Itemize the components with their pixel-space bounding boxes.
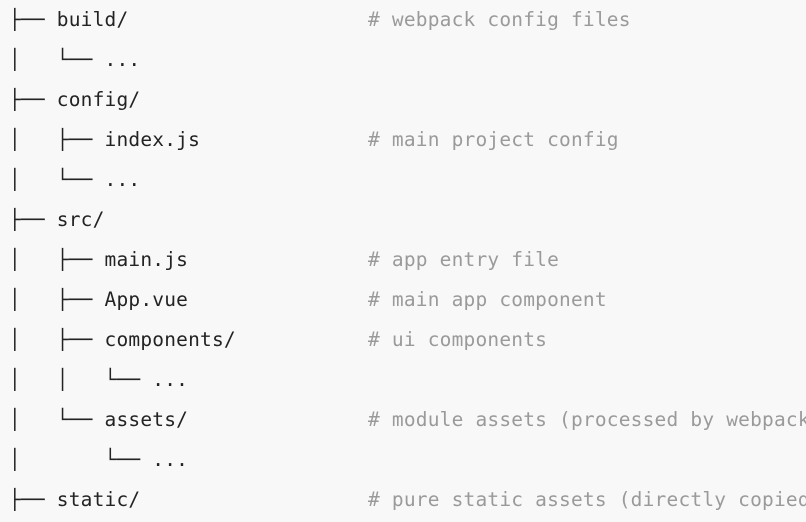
tree-row-content: │ └── ... [0,160,806,200]
directory-tree-listing: ├── build/ # webpack config files │ └── ..… [0,0,806,522]
tree-node-comment: # pure static assets (directly copied) [368,488,806,511]
tree-branch-glyph: │ ├── [9,328,105,351]
tree-row: ├── config/ [0,80,806,120]
tree-node-label[interactable]: ... [152,360,188,400]
tree-row-content: │ ├── index.js # main project config [0,120,806,160]
tree-branch-glyph: ├── [9,88,57,111]
tree-row-content: │ └── ... [0,40,806,80]
tree-branch-glyph: ├── [9,488,57,511]
tree-branch-glyph: │ └── [9,48,105,71]
tree-branch-glyph: ├── [9,8,57,31]
tree-row-content: ├── build/ # webpack config files [0,0,806,40]
tree-node-comment: # app entry file [368,248,560,271]
tree-node-label[interactable]: ... [105,160,141,200]
tree-branch-glyph: ├── [9,208,57,231]
tree-branch-glyph: │ ├── [9,128,105,151]
tree-node-comment: # main app component [368,288,607,311]
tree-node-label[interactable]: ... [152,440,188,480]
tree-branch-glyph: │ ├── [9,288,105,311]
tree-row-content: │ └── ... [0,440,806,480]
tree-row: │ │ └── ... [0,360,806,400]
tree-node-label[interactable]: config/ [57,80,141,120]
tree-node-label[interactable]: index.js [105,120,201,160]
tree-node-label[interactable]: src/ [57,200,105,240]
tree-node-label[interactable]: build/ [57,0,129,40]
tree-branch-glyph: │ └── [9,448,153,471]
tree-node-label[interactable]: ... [105,40,141,80]
tree-row: ├── src/ [0,200,806,240]
tree-row: │ └── assets/ # module assets (processed … [0,400,806,440]
tree-row-content: │ │ └── ... [0,360,806,400]
tree-branch-glyph: │ ├── [9,248,105,271]
tree-row: ├── build/ # webpack config files [0,0,806,40]
tree-row-content: │ ├── App.vue # main app component [0,280,806,320]
tree-row: │ └── ... [0,160,806,200]
tree-node-label[interactable]: App.vue [105,280,189,320]
tree-row: │ ├── App.vue # main app component [0,280,806,320]
tree-node-label[interactable]: main.js [105,240,189,280]
tree-row: │ └── ... [0,440,806,480]
tree-row-content: ├── src/ [0,200,806,240]
tree-row-content: │ └── assets/ # module assets (processed … [0,400,806,440]
tree-row: │ ├── main.js # app entry file [0,240,806,280]
tree-row: │ ├── components/ # ui components [0,320,806,360]
tree-node-comment: # module assets (processed by webpack) [368,408,806,431]
tree-branch-glyph: │ └── [9,168,105,191]
tree-row: ├── static/ # pure static assets (directl… [0,480,806,520]
tree-node-label[interactable]: static/ [57,480,141,520]
tree-row: │ └── ... [0,40,806,80]
tree-row-content: ├── config/ [0,80,806,120]
tree-branch-glyph: │ │ └── [9,368,153,391]
tree-node-label[interactable]: components/ [105,320,236,360]
tree-branch-glyph: │ └── [9,408,105,431]
tree-row: │ ├── index.js # main project config [0,120,806,160]
tree-row-content: ├── static/ # pure static assets (directl… [0,480,806,520]
tree-node-comment: # ui components [368,328,548,351]
tree-row-content: │ ├── main.js # app entry file [0,240,806,280]
tree-node-label[interactable]: assets/ [105,400,189,440]
tree-row-content: │ ├── components/ # ui components [0,320,806,360]
tree-node-comment: # main project config [368,128,619,151]
tree-node-comment: # webpack config files [368,8,631,31]
